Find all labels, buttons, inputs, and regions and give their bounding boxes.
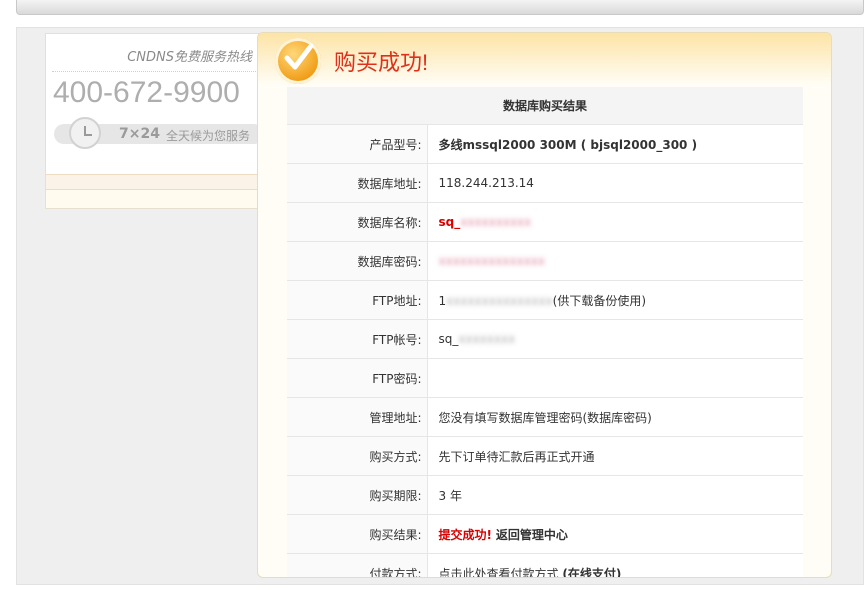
purchase-result: 提交成功! 返回管理中心: [427, 514, 803, 554]
table-row: 产品型号: 多线mssql2000 300M ( bjsql2000_300 ): [287, 124, 803, 164]
back-to-management-link[interactable]: 返回管理中心: [496, 528, 568, 542]
row-label: 购买期限:: [287, 475, 428, 515]
table-row: 管理地址: 您没有填写数据库管理密码(数据库密码): [287, 397, 803, 437]
database-name-prefix: sq_: [438, 215, 461, 229]
service-text: 全天候为您服务: [166, 129, 251, 143]
result-table: 数据库购买结果 产品型号: 多线mssql2000 300M ( bjsql20…: [287, 87, 803, 578]
view-payment-methods-link[interactable]: 点击此处查看付款方式: [439, 567, 559, 578]
manage-address: 您没有填写数据库管理密码(数据库密码): [427, 397, 803, 437]
row-label: 购买结果:: [287, 514, 428, 554]
ftp-account-redacted: xxxxxxxx: [458, 332, 516, 346]
purchase-result-panel: 购买成功! 数据库购买结果 产品型号: 多线mssql2000 300M ( b…: [257, 32, 832, 578]
result-status: 提交成功!: [438, 527, 492, 542]
table-title: 数据库购买结果: [287, 87, 803, 125]
sidebar-hotline-panel: CNDNS免费服务热线 400-672-9900 7×24 全天候为您服务: [45, 33, 259, 209]
payment-method: 点击此处查看付款方式 (在线支付): [427, 553, 803, 578]
row-label: 管理地址:: [287, 397, 428, 437]
ftp-account: sq_xxxxxxxx: [427, 319, 803, 359]
clock-icon: [69, 117, 101, 149]
hotline-label: CNDNS免费服务热线: [127, 50, 252, 65]
ftp-address-redacted: xxxxxxxxxxxxxxx: [446, 293, 553, 308]
table-row: 数据库地址: 118.244.213.14: [287, 163, 803, 203]
database-address: 118.244.213.14: [427, 163, 803, 203]
ftp-address-prefix: 1: [438, 293, 447, 308]
table-row: FTP密码:: [287, 358, 803, 398]
service-hours: 7×24: [119, 126, 160, 142]
ftp-address-note: (供下载备份使用): [552, 293, 647, 308]
table-row: 数据库密码: xxxxxxxxxxxxxxx: [287, 241, 803, 281]
row-label: 付款方式:: [287, 553, 428, 577]
ftp-password: [427, 358, 803, 398]
sidebar-band-lower: [46, 190, 258, 208]
table-row: FTP地址: 1xxxxxxxxxxxxxxx(供下载备份使用): [287, 280, 803, 320]
database-name-redacted: xxxxxxxxxx: [460, 215, 532, 229]
page-title: 购买成功!: [334, 50, 429, 75]
product-model: 多线mssql2000 300M ( bjsql2000_300 ): [427, 124, 803, 164]
row-label: 数据库名称:: [287, 202, 428, 242]
database-password-redacted: xxxxxxxxxxxxxxx: [438, 254, 546, 268]
sidebar-band: [46, 174, 258, 190]
table-row: 购买期限: 3 年: [287, 475, 803, 515]
checkmark-icon: [275, 38, 321, 84]
table-row: 付款方式: 点击此处查看付款方式 (在线支付): [287, 553, 803, 578]
ftp-account-prefix: sq_: [438, 332, 459, 346]
row-label: FTP帐号:: [287, 319, 428, 359]
row-label: 数据库密码:: [287, 241, 428, 281]
hotline-phone: 400-672-9900: [53, 76, 240, 109]
row-label: FTP密码:: [287, 358, 428, 398]
database-name: sq_xxxxxxxxxx: [427, 202, 803, 242]
row-label: 数据库地址:: [287, 163, 428, 203]
top-bar: [16, 0, 864, 15]
ftp-address: 1xxxxxxxxxxxxxxx(供下载备份使用): [427, 280, 803, 320]
database-password: xxxxxxxxxxxxxxx: [427, 241, 803, 281]
table-row: FTP帐号: sq_xxxxxxxx: [287, 319, 803, 359]
online-payment-link[interactable]: (在线支付): [562, 567, 621, 578]
table-row: 购买结果: 提交成功! 返回管理中心: [287, 514, 803, 554]
divider: [52, 71, 258, 72]
purchase-term: 3 年: [427, 475, 803, 515]
row-label: 购买方式:: [287, 436, 428, 476]
row-label: 产品型号:: [287, 124, 428, 164]
table-row: 数据库名称: sq_xxxxxxxxxx: [287, 202, 803, 242]
purchase-method: 先下订单待汇款后再正式开通: [427, 436, 803, 476]
row-label: FTP地址:: [287, 280, 428, 320]
table-row: 购买方式: 先下订单待汇款后再正式开通: [287, 436, 803, 476]
